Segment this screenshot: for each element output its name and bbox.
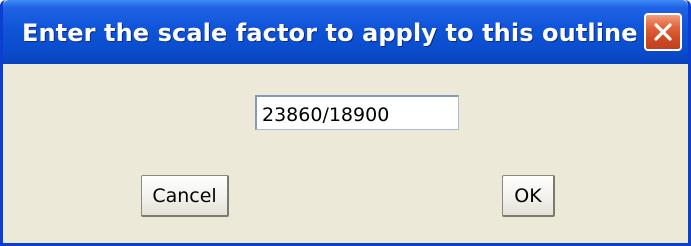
- ok-button[interactable]: OK: [502, 175, 555, 217]
- scale-factor-dialog: Enter the scale factor to apply to this …: [0, 0, 691, 246]
- close-icon: [654, 23, 672, 41]
- dialog-title: Enter the scale factor to apply to this …: [22, 19, 638, 47]
- close-button[interactable]: [644, 13, 682, 51]
- title-bar[interactable]: Enter the scale factor to apply to this …: [3, 0, 688, 64]
- cancel-button[interactable]: Cancel: [141, 175, 229, 217]
- scale-factor-input[interactable]: [255, 95, 459, 130]
